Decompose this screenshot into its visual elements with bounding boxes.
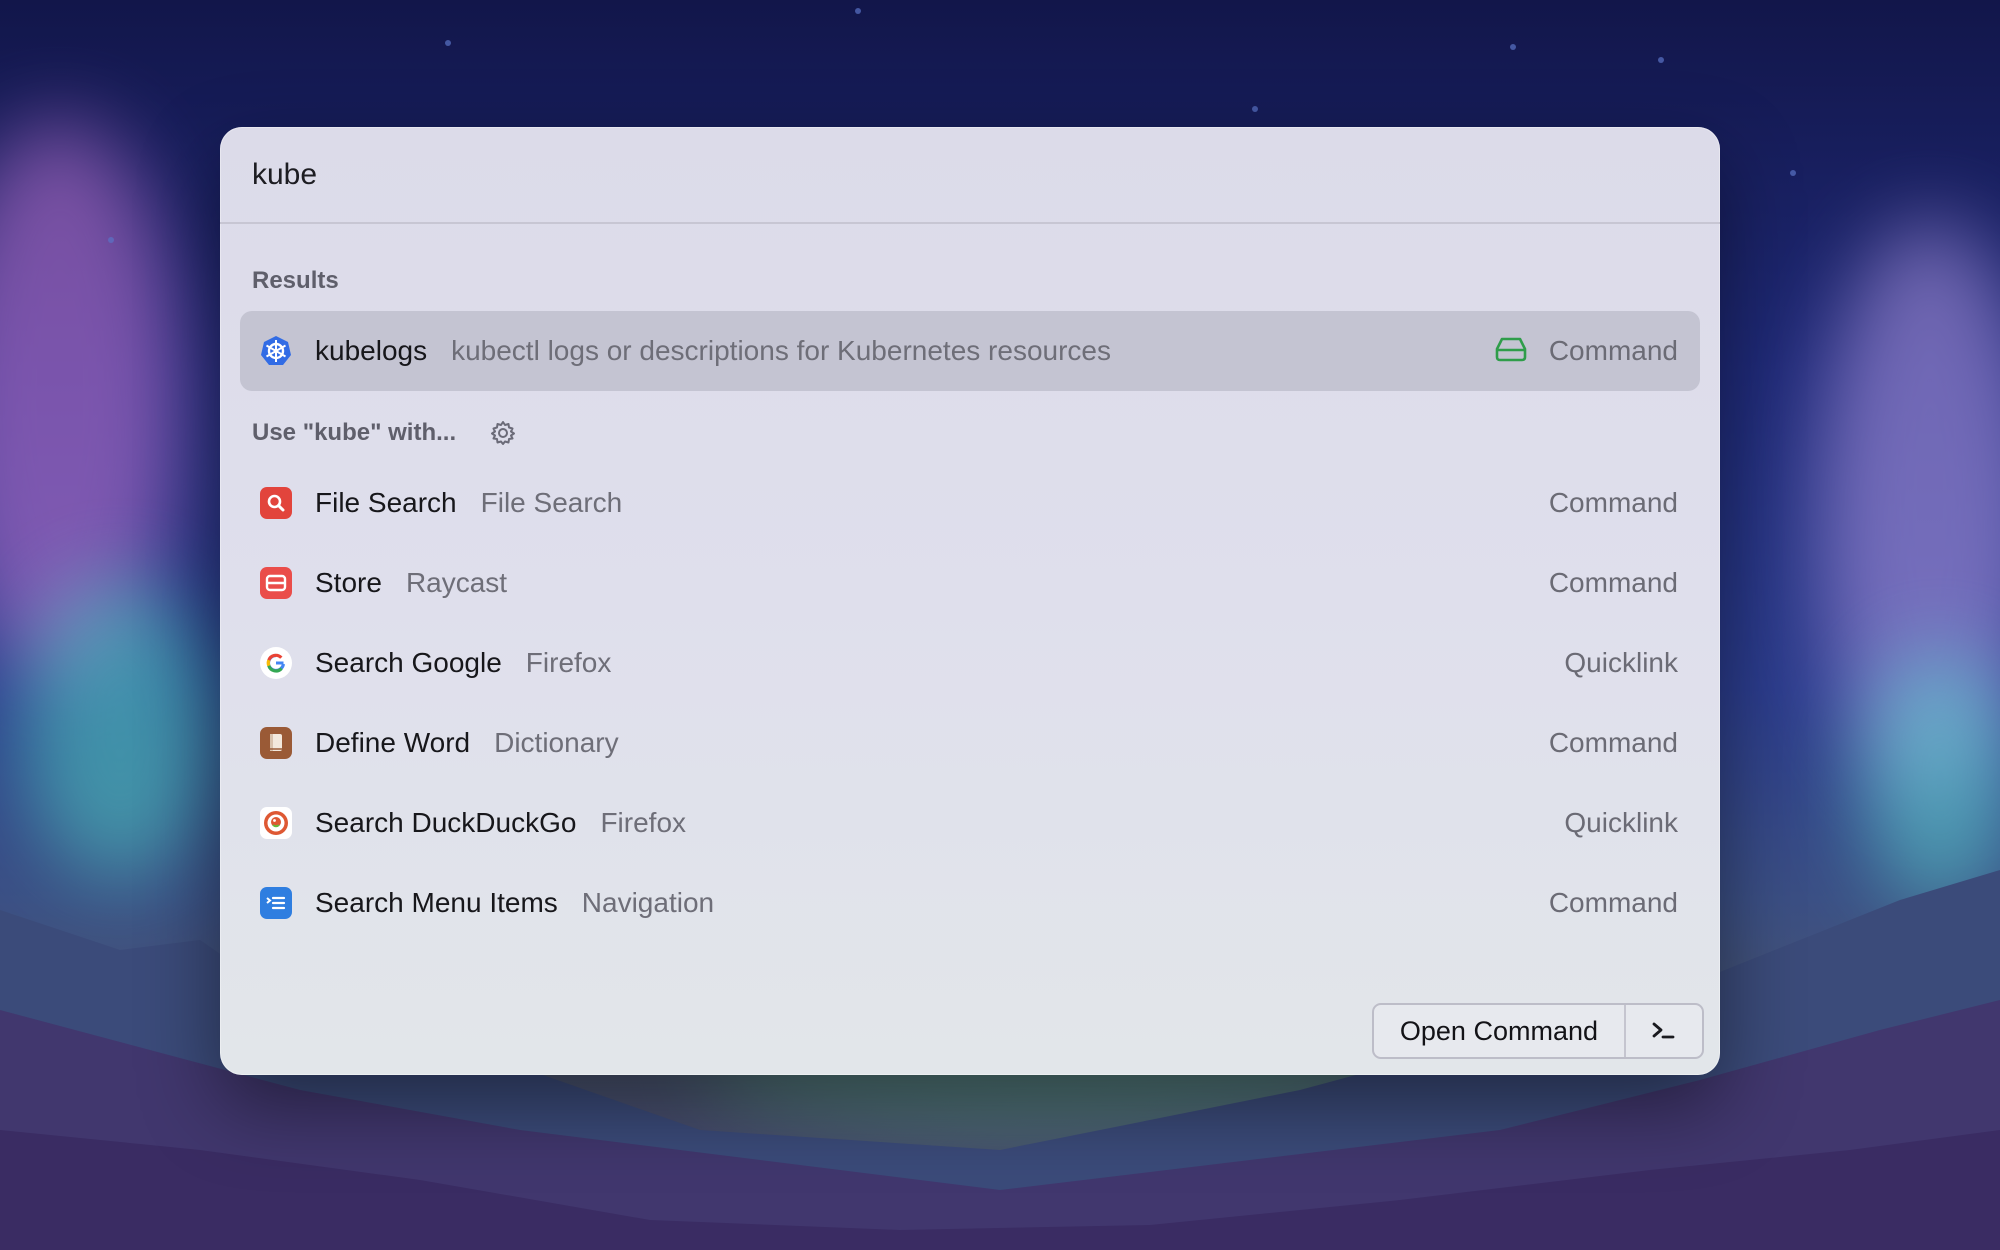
- fallback-item-subtitle: Raycast: [405, 567, 508, 598]
- star: [445, 40, 451, 46]
- fallback-item-title: Search Menu Items: [315, 887, 558, 918]
- fallback-item-subtitle: Navigation: [581, 887, 715, 918]
- fallback-item-subtitle: Firefox: [600, 807, 687, 838]
- raycast-window: Results kubelogs kubectl logs or descrip…: [220, 127, 1720, 1075]
- file-search-icon: [260, 487, 292, 519]
- menu-items-icon: [260, 887, 292, 919]
- fallback-item-define-word[interactable]: Define Word Dictionary Command: [240, 703, 1700, 783]
- results-section-title: Results: [252, 267, 339, 294]
- fallback-item-search-menu-items[interactable]: Search Menu Items Navigation Command: [240, 863, 1700, 943]
- fallback-item-subtitle: Dictionary: [494, 727, 619, 758]
- star: [1658, 57, 1664, 63]
- fallback-item-search-google[interactable]: Search Google Firefox Quicklink: [240, 623, 1700, 703]
- fallback-item-title: Define Word: [315, 727, 471, 758]
- fallback-item-accessory: Quicklink: [1564, 807, 1678, 838]
- fallback-item-title: File Search: [315, 487, 457, 518]
- fallback-item-accessory: Quicklink: [1564, 647, 1678, 678]
- store-icon: [260, 567, 292, 599]
- gear-icon[interactable]: [490, 420, 516, 451]
- fallback-item-title: Search DuckDuckGo: [315, 807, 577, 838]
- fallback-item-accessory: Command: [1548, 567, 1678, 598]
- fallback-item-store[interactable]: Store Raycast Command: [240, 543, 1700, 623]
- fallback-item-search-duckduckgo[interactable]: Search DuckDuckGo Firefox Quicklink: [240, 783, 1700, 863]
- star: [855, 8, 861, 14]
- star: [1510, 44, 1516, 50]
- duckduckgo-icon: [260, 807, 292, 839]
- fallback-item-title: Store: [315, 567, 382, 598]
- fallback-item-title: Search Google: [315, 647, 502, 678]
- search-input[interactable]: [252, 157, 1652, 192]
- fallback-item-subtitle: File Search: [480, 487, 623, 518]
- fallback-item-accessory: Command: [1548, 487, 1678, 518]
- google-icon: [260, 647, 292, 679]
- star: [1790, 170, 1796, 176]
- storage-icon: [1495, 336, 1527, 367]
- open-command-button[interactable]: Open Command: [1374, 1005, 1626, 1057]
- fallback-section-title: Use "kube" with...: [252, 419, 457, 446]
- terminal-icon[interactable]: [1626, 1005, 1702, 1057]
- search-bar: [220, 127, 1720, 224]
- action-bar: Open Command: [1371, 1003, 1704, 1059]
- fallback-item-accessory: Command: [1548, 727, 1678, 758]
- result-subtitle: kubectl logs or descriptions for Kuberne…: [451, 335, 1111, 366]
- fallback-item-subtitle: Firefox: [525, 647, 612, 678]
- star: [108, 237, 114, 243]
- kubernetes-icon: [260, 335, 292, 367]
- result-item-kubelogs[interactable]: kubelogs kubectl logs or descriptions fo…: [240, 311, 1700, 391]
- star: [1252, 106, 1258, 112]
- result-accessory: Command: [1548, 335, 1678, 366]
- result-title: kubelogs: [315, 335, 428, 366]
- dictionary-icon: [260, 727, 292, 759]
- fallback-item-accessory: Command: [1548, 887, 1678, 918]
- fallback-item-file-search[interactable]: File Search File Search Command: [240, 463, 1700, 543]
